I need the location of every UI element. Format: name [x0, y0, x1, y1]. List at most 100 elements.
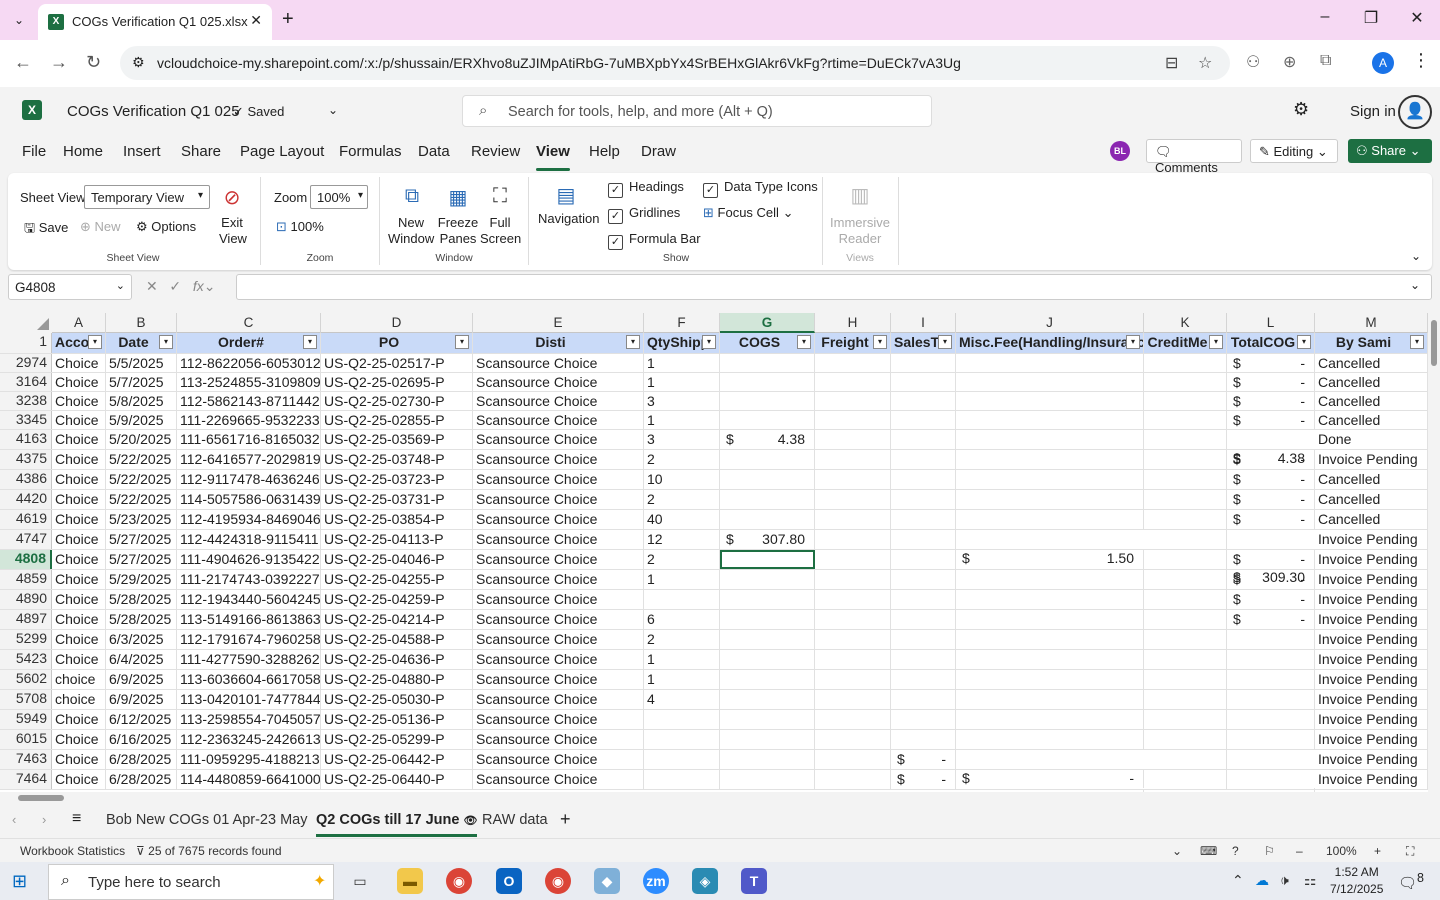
- cell-j[interactable]: [956, 710, 1144, 729]
- header-cell[interactable]: Order# ▾: [177, 333, 321, 353]
- row-number[interactable]: 3345: [0, 411, 52, 429]
- cell-j[interactable]: [956, 610, 1144, 629]
- cell-e[interactable]: Scansource Choice: [473, 373, 644, 391]
- cell-k[interactable]: [1144, 770, 1227, 789]
- cell-i[interactable]: [891, 730, 956, 749]
- row-number[interactable]: 4747: [0, 530, 52, 549]
- cell-m[interactable]: Invoice Pending: [1315, 610, 1428, 629]
- cell-a[interactable]: Choice: [52, 550, 106, 569]
- cell-k[interactable]: [1144, 570, 1227, 589]
- cell-f[interactable]: 1: [644, 650, 720, 669]
- cell-c[interactable]: 111-2174743-0392227: [177, 570, 321, 589]
- filter-dropdown-icon[interactable]: ▾: [626, 335, 640, 349]
- cell-j[interactable]: [956, 354, 1144, 372]
- file-menu-chevron-icon[interactable]: ⌄: [328, 103, 338, 117]
- cell-f[interactable]: 3: [644, 392, 720, 410]
- header-cell[interactable]: Accou ▾: [52, 333, 106, 353]
- cell-j[interactable]: [956, 550, 1144, 569]
- header-cell[interactable]: Freight ▾: [815, 333, 891, 353]
- help-icon[interactable]: ?: [1232, 844, 1239, 858]
- row-number[interactable]: 5708: [0, 690, 52, 709]
- row-number[interactable]: 3238: [0, 392, 52, 410]
- cell-i[interactable]: [891, 670, 956, 689]
- cell-i[interactable]: [891, 610, 956, 629]
- cell-f[interactable]: 4: [644, 690, 720, 709]
- cell-g[interactable]: [720, 510, 815, 529]
- settings-gear-icon[interactable]: ⚙: [1293, 99, 1309, 120]
- cell-d[interactable]: US-Q2-25-03569-P: [321, 430, 473, 449]
- cell-h[interactable]: [815, 670, 891, 689]
- cell-m[interactable]: Invoice Pending: [1315, 710, 1428, 729]
- cell-b[interactable]: 5/22/2025: [106, 470, 177, 489]
- cell-b[interactable]: 5/22/2025: [106, 490, 177, 509]
- cell-c[interactable]: 114-5057586-0631439: [177, 490, 321, 509]
- cell-a[interactable]: Choice: [52, 392, 106, 410]
- filter-dropdown-icon[interactable]: ▾: [873, 335, 887, 349]
- volume-icon[interactable]: 🕩: [1280, 872, 1289, 889]
- new-tab-icon[interactable]: +: [282, 8, 294, 31]
- cell-d[interactable]: US-Q2-25-05136-P: [321, 710, 473, 729]
- cell-b[interactable]: 6/28/2025: [106, 750, 177, 769]
- status-zoom-level[interactable]: 100%: [1326, 844, 1357, 858]
- cell-c[interactable]: 112-4424318-9115411: [177, 530, 321, 549]
- cell-k[interactable]: [1144, 530, 1227, 549]
- search-box[interactable]: ⌕ Search for tools, help, and more (Alt …: [462, 95, 932, 127]
- cell-h[interactable]: [815, 373, 891, 391]
- filter-dropdown-icon[interactable]: ▾: [159, 335, 173, 349]
- cell-j[interactable]: [956, 690, 1144, 709]
- filter-dropdown-icon[interactable]: ▾: [797, 335, 811, 349]
- prev-sheet-icon[interactable]: ‹: [12, 812, 16, 827]
- status-chevron-icon[interactable]: ⌄: [1172, 844, 1182, 858]
- cell-c[interactable]: 112-5862143-8711442: [177, 392, 321, 410]
- navigation-button[interactable]: Navigation: [538, 211, 599, 226]
- cell-b[interactable]: 6/3/2025: [106, 630, 177, 649]
- sheet-view-dropdown[interactable]: Temporary View ▾: [84, 185, 210, 209]
- cell-f[interactable]: 1: [644, 570, 720, 589]
- cell-d[interactable]: US-Q2-25-05299-P: [321, 730, 473, 749]
- cell-k[interactable]: [1144, 470, 1227, 489]
- save-view-button[interactable]: 🖫 Save: [24, 219, 68, 241]
- cell-i[interactable]: [891, 373, 956, 391]
- cell-i[interactable]: [891, 411, 956, 429]
- column-header-l[interactable]: L: [1227, 313, 1315, 333]
- search-placeholder[interactable]: Search for tools, help, and more (Alt + …: [508, 104, 773, 120]
- cell-b[interactable]: 5/27/2025: [106, 550, 177, 569]
- onedrive-icon[interactable]: ☁: [1255, 872, 1269, 889]
- cell-f[interactable]: 1: [644, 373, 720, 391]
- cell-e[interactable]: Scansource Choice: [473, 392, 644, 410]
- sheet-tab-raw-data[interactable]: RAW data: [482, 812, 548, 828]
- cell-i[interactable]: [891, 510, 956, 529]
- cell-m[interactable]: Invoice Pending: [1315, 570, 1428, 589]
- cell-d[interactable]: US-Q2-25-02517-P: [321, 354, 473, 372]
- cell-c[interactable]: 113-2598554-7045057: [177, 710, 321, 729]
- cell-g[interactable]: [720, 570, 815, 589]
- cell-c[interactable]: 112-8622056-6053012: [177, 354, 321, 372]
- cell-m[interactable]: Invoice Pending: [1315, 670, 1428, 689]
- spreadsheet-grid[interactable]: ABCDEFGHIJKLM 1 Accou ▾ Date ▾ Order# ▾ PO ▾ Dist…: [0, 313, 1428, 792]
- cell-f[interactable]: 1: [644, 411, 720, 429]
- cell-m[interactable]: Cancelled: [1315, 470, 1428, 489]
- bookmark-star-icon[interactable]: ☆: [1198, 53, 1212, 73]
- windows-start-icon[interactable]: ⊞: [12, 871, 27, 892]
- cell-k[interactable]: [1144, 450, 1227, 469]
- cell-a[interactable]: Choice: [52, 354, 106, 372]
- horizontal-scrollbar[interactable]: [0, 792, 1428, 804]
- cell-k[interactable]: [1144, 510, 1227, 529]
- row-number[interactable]: 4163: [0, 430, 52, 449]
- filter-dropdown-icon[interactable]: ▾: [1297, 335, 1311, 349]
- cell-b[interactable]: 6/9/2025: [106, 690, 177, 709]
- row-number[interactable]: 4897: [0, 610, 52, 629]
- menu-help[interactable]: Help: [589, 143, 620, 160]
- tray-expand-icon[interactable]: ⌃: [1232, 872, 1244, 889]
- cell-b[interactable]: 5/5/2025: [106, 354, 177, 372]
- add-sheet-icon[interactable]: +: [560, 809, 571, 830]
- forward-icon[interactable]: →: [50, 52, 68, 73]
- cell-i[interactable]: [891, 550, 956, 569]
- focus-cell-button[interactable]: ⊞ Focus Cell ⌄: [703, 205, 793, 221]
- cell-l[interactable]: $-: [1227, 590, 1315, 609]
- cell-l[interactable]: [1227, 710, 1315, 729]
- cell-g[interactable]: [720, 670, 815, 689]
- cell-j[interactable]: [956, 590, 1144, 609]
- cell-f[interactable]: 10: [644, 470, 720, 489]
- formula-bar-checkbox[interactable]: ✓ Formula Bar: [608, 231, 701, 250]
